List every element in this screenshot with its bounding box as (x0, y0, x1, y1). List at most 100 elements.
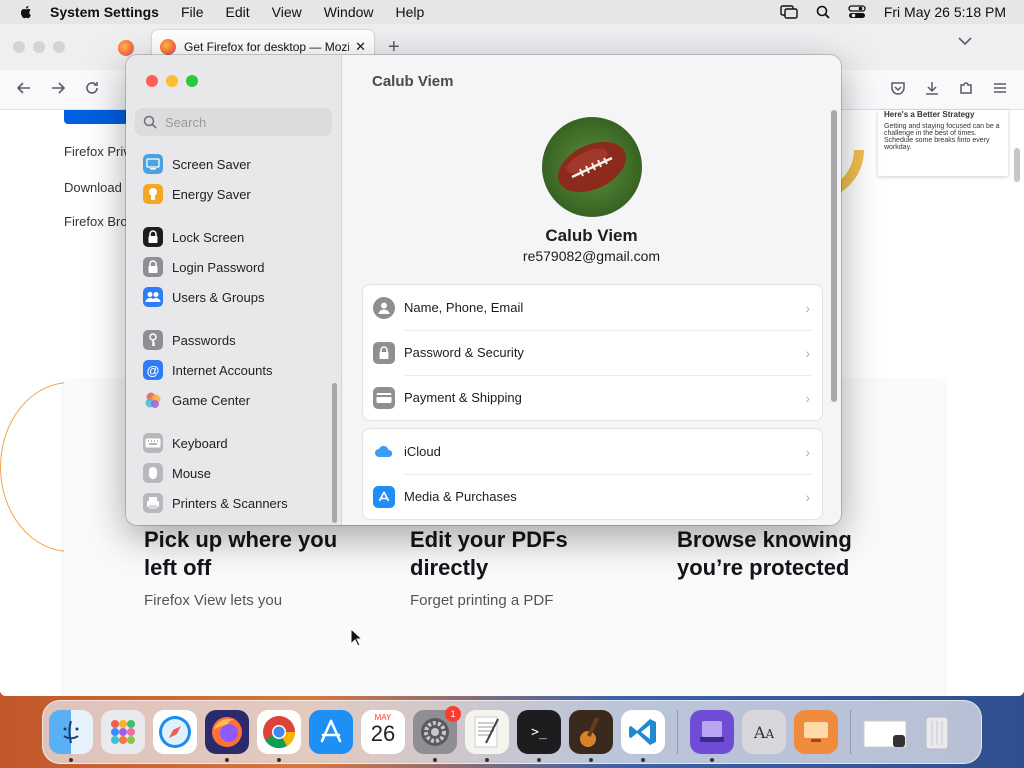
spotlight-search-icon[interactable] (816, 5, 830, 19)
system-settings-dock-icon[interactable]: 1 (413, 706, 461, 762)
menu-window[interactable]: Window (324, 4, 374, 20)
row-media-purchases[interactable]: Media & Purchases › (363, 474, 822, 519)
downloads-stack-icon[interactable] (863, 710, 907, 754)
menu-help[interactable]: Help (396, 4, 425, 20)
calendar-icon[interactable]: MAY 26 (361, 710, 405, 754)
sidebar-item-label: Mouse (172, 465, 212, 481)
back-arrow-icon[interactable] (16, 80, 32, 96)
settings-window-controls (146, 75, 198, 87)
tab-list-chevron-down-icon[interactable] (958, 36, 972, 46)
sidebar-item-users-groups[interactable]: Users & Groups (126, 282, 342, 312)
lock-icon (373, 341, 395, 364)
row-label: Payment & Shipping (404, 390, 522, 405)
article-card-body: Getting and staying focused can be a cha… (884, 123, 1000, 151)
font-book-icon[interactable]: AA (742, 710, 786, 754)
settings-pane-title: Calub Viem (372, 73, 454, 90)
control-center-icon[interactable] (848, 5, 866, 19)
sidebar-scrollbar[interactable] (332, 383, 337, 523)
sidebar-item-energy-saver[interactable]: Energy Saver (126, 179, 342, 209)
pocket-icon[interactable] (890, 80, 906, 96)
chevron-right-icon: › (805, 443, 810, 460)
mouse-cursor-icon (350, 628, 364, 647)
article-card-title: Here's a Better Strategy (884, 110, 975, 119)
row-icloud[interactable]: iCloud › (363, 429, 822, 474)
mouse-icon (143, 463, 163, 483)
content-scrollbar[interactable] (831, 110, 837, 402)
download-link[interactable]: Download (64, 180, 122, 195)
download-button-partial[interactable] (64, 110, 128, 124)
finder-icon[interactable] (49, 710, 93, 762)
hamburger-menu-icon[interactable] (992, 80, 1008, 96)
keyboard-icon (143, 433, 163, 453)
search-icon (143, 115, 157, 129)
row-name-phone-email[interactable]: Name, Phone, Email › (363, 285, 822, 330)
screen-sharing-icon[interactable] (794, 710, 838, 754)
services-settings-group: iCloud › Media & Purchases › (363, 429, 822, 519)
sidebar-item-keyboard[interactable]: Keyboard (126, 428, 342, 458)
football-avatar-image (542, 117, 642, 217)
vscode-icon[interactable] (621, 710, 665, 762)
sidebar-item-login-password[interactable]: Login Password (126, 252, 342, 282)
firefox-browsers-link[interactable]: Firefox Bro (64, 214, 128, 229)
chrome-icon[interactable] (257, 710, 301, 762)
sidebar-item-label: Printers & Scanners (172, 495, 288, 511)
apple-menu-icon[interactable] (18, 4, 34, 20)
close-tab-icon[interactable]: ✕ (355, 39, 366, 55)
feature-title: Edit your PDFs directly (410, 527, 568, 580)
firefox-privacy-link[interactable]: Firefox Priv (64, 144, 130, 159)
firefox-minimize-button[interactable] (33, 41, 45, 53)
article-card[interactable]: Here's a Better Strategy Getting and sta… (878, 110, 1008, 176)
avatar[interactable] (542, 117, 642, 217)
terminal-icon[interactable]: >_ (517, 710, 561, 762)
dock-separator (850, 710, 851, 754)
sidebar-item-game-center[interactable]: Game Center (126, 385, 342, 415)
forward-arrow-icon[interactable] (50, 80, 66, 96)
settings-minimize-button[interactable] (166, 75, 178, 87)
sidebar-item-mouse[interactable]: Mouse (126, 458, 342, 488)
credit-card-icon (373, 386, 395, 409)
downloads-icon[interactable] (924, 80, 940, 96)
search-placeholder: Search (165, 114, 207, 130)
archive-utility-icon[interactable] (690, 710, 734, 762)
sidebar-item-label: Login Password (172, 259, 265, 275)
extensions-icon[interactable] (958, 80, 974, 96)
settings-zoom-button[interactable] (186, 75, 198, 87)
clock[interactable]: Fri May 26 5:18 PM (884, 4, 1006, 20)
garageband-icon[interactable] (569, 710, 613, 762)
row-label: Password & Security (404, 345, 524, 360)
settings-close-button[interactable] (146, 75, 158, 87)
sidebar-item-screen-saver[interactable]: Screen Saver (126, 149, 342, 179)
row-payment-shipping[interactable]: Payment & Shipping › (363, 375, 822, 420)
firefox-close-button[interactable] (13, 41, 25, 53)
textedit-icon[interactable] (465, 710, 509, 762)
row-password-security[interactable]: Password & Security › (363, 330, 822, 375)
settings-search-field[interactable]: Search (135, 108, 332, 136)
firefox-zoom-button[interactable] (53, 41, 65, 53)
sidebar-item-passwords[interactable]: Passwords (126, 325, 342, 355)
firefox-icon[interactable] (205, 710, 249, 762)
firefox-window-controls (13, 41, 65, 53)
pinned-tab-firefox-icon[interactable] (118, 40, 134, 56)
reload-icon[interactable] (84, 80, 100, 96)
menu-file[interactable]: File (181, 4, 204, 20)
person-icon (373, 296, 395, 319)
launchpad-icon[interactable] (101, 710, 145, 754)
menu-view[interactable]: View (272, 4, 302, 20)
sidebar-item-lock-screen[interactable]: Lock Screen (126, 222, 342, 252)
safari-icon[interactable] (153, 710, 197, 754)
system-settings-window: Search Screen Saver Energy Saver Lock Sc… (126, 55, 841, 525)
firefox-favicon-icon (160, 39, 176, 55)
sidebar-item-printers-scanners[interactable]: Printers & Scanners (126, 488, 342, 518)
sidebar-item-internet-accounts[interactable]: @ Internet Accounts (126, 355, 342, 385)
app-store-icon (373, 485, 395, 508)
chevron-right-icon: › (805, 488, 810, 505)
screen-mirroring-icon[interactable] (780, 5, 798, 19)
app-name-menu[interactable]: System Settings (50, 4, 159, 20)
trash-icon[interactable] (915, 710, 959, 754)
app-store-dock-icon[interactable] (309, 710, 353, 754)
menu-edit[interactable]: Edit (226, 4, 250, 20)
settings-sidebar: Search Screen Saver Energy Saver Lock Sc… (126, 55, 342, 525)
page-scrollbar[interactable] (1014, 148, 1020, 182)
feature-title: Pick up where you left off (144, 527, 338, 580)
row-label: Name, Phone, Email (404, 300, 524, 315)
